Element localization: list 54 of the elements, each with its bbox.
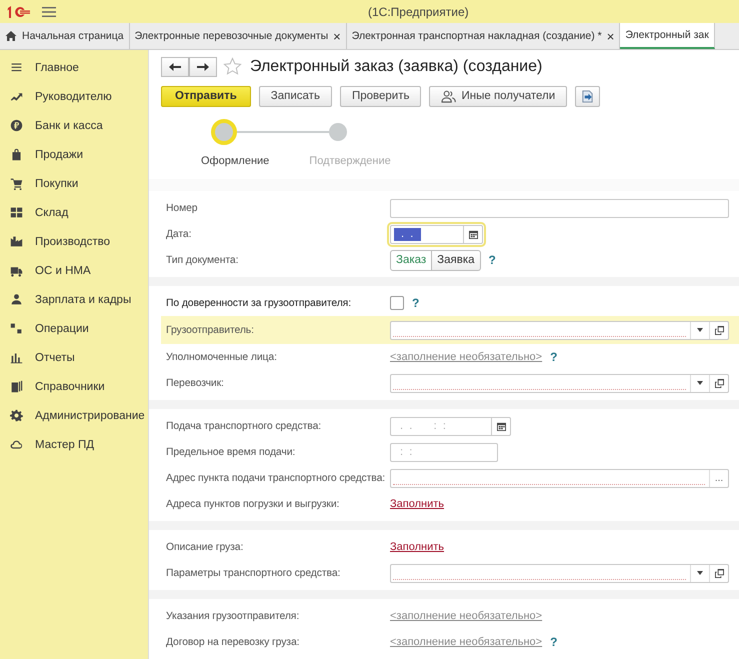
help-link[interactable]: ? — [488, 253, 496, 267]
help-link[interactable]: ? — [412, 296, 420, 310]
choose-button[interactable]: ... — [709, 470, 728, 486]
field-label: Адреса пунктов погрузки и выгрузки: — [166, 498, 340, 510]
link[interactable]: <заполнение необязательно> — [390, 636, 542, 648]
field-label: Адрес пункта подачи транспортного средства: — [166, 472, 386, 484]
sidebar-item[interactable]: Банк и касса — [0, 111, 148, 140]
sidebar-item[interactable]: Руководителю — [0, 82, 148, 111]
sidebar-item[interactable]: Операции — [0, 314, 148, 343]
field-label: Дата: — [166, 228, 192, 240]
sidebar-item[interactable]: Склад — [0, 198, 148, 227]
sidebar-item[interactable]: Производство — [0, 227, 148, 256]
close-icon[interactable]: × — [333, 28, 341, 44]
field-label: Указания грузоотправителя: — [166, 610, 300, 622]
sidebar-item[interactable]: Справочники — [0, 372, 148, 401]
sidebar-item[interactable]: Зарплата и кадры — [0, 285, 148, 314]
field-label: Номер — [166, 202, 198, 214]
tab[interactable]: Электронные перевозочные документы × — [130, 23, 347, 49]
toggle-option[interactable]: Заказ — [390, 250, 432, 270]
form-title: Электронный заказ (заявка) (создание) — [250, 58, 542, 76]
field-label: Тип документа: — [166, 254, 240, 266]
field-label: Подача транспортного средства: — [166, 420, 322, 432]
sidebar-item[interactable]: Мастер ПД — [0, 430, 148, 459]
address-field[interactable]: ... — [390, 468, 729, 488]
field-label: По доверенности за грузоотправителя: — [166, 298, 352, 308]
field-label: Грузоотправитель: — [166, 324, 255, 336]
toggle-option[interactable]: Заявка — [432, 250, 481, 270]
action-button[interactable]: Записать — [258, 86, 332, 106]
app-title: (1С:Предприятие) — [368, 4, 469, 18]
close-icon[interactable]: × — [606, 28, 614, 44]
step-label: Оформление — [201, 155, 270, 167]
action-button[interactable]: Проверить — [340, 86, 422, 106]
field-label: Перевозчик: — [166, 378, 225, 388]
field-label: Договор на перевозку груза: — [166, 636, 300, 648]
field-label: Параметры транспортного средства: — [166, 568, 342, 578]
sidebar-item[interactable]: Главное — [0, 53, 148, 82]
sidebar-item[interactable]: Покупки — [0, 169, 148, 198]
tab[interactable]: Электронный зак — [620, 23, 715, 49]
link[interactable]: Заполнить — [390, 541, 444, 553]
sidebar-item[interactable]: Администрирование — [0, 401, 148, 430]
link[interactable]: <заполнение необязательно> — [390, 610, 542, 622]
link[interactable]: <заполнение необязательно> — [390, 351, 542, 363]
field-label: Предельное время подачи: — [166, 446, 296, 458]
send-button[interactable]: Отправить — [161, 86, 251, 106]
step-label: Подтверждение — [309, 155, 391, 167]
help-link[interactable]: ? — [550, 350, 558, 364]
recipients-button[interactable]: Иные получатели — [429, 86, 568, 106]
help-link[interactable]: ? — [550, 635, 558, 649]
field-label: Уполномоченные лица: — [166, 352, 278, 362]
link[interactable]: Заполнить — [390, 498, 444, 510]
field-label: Описание груза: — [166, 542, 244, 552]
sidebar-item[interactable]: Отчеты — [0, 343, 148, 372]
sidebar-item[interactable]: Продажи — [0, 140, 148, 169]
sidebar-item[interactable]: ОС и НМА — [0, 256, 148, 285]
